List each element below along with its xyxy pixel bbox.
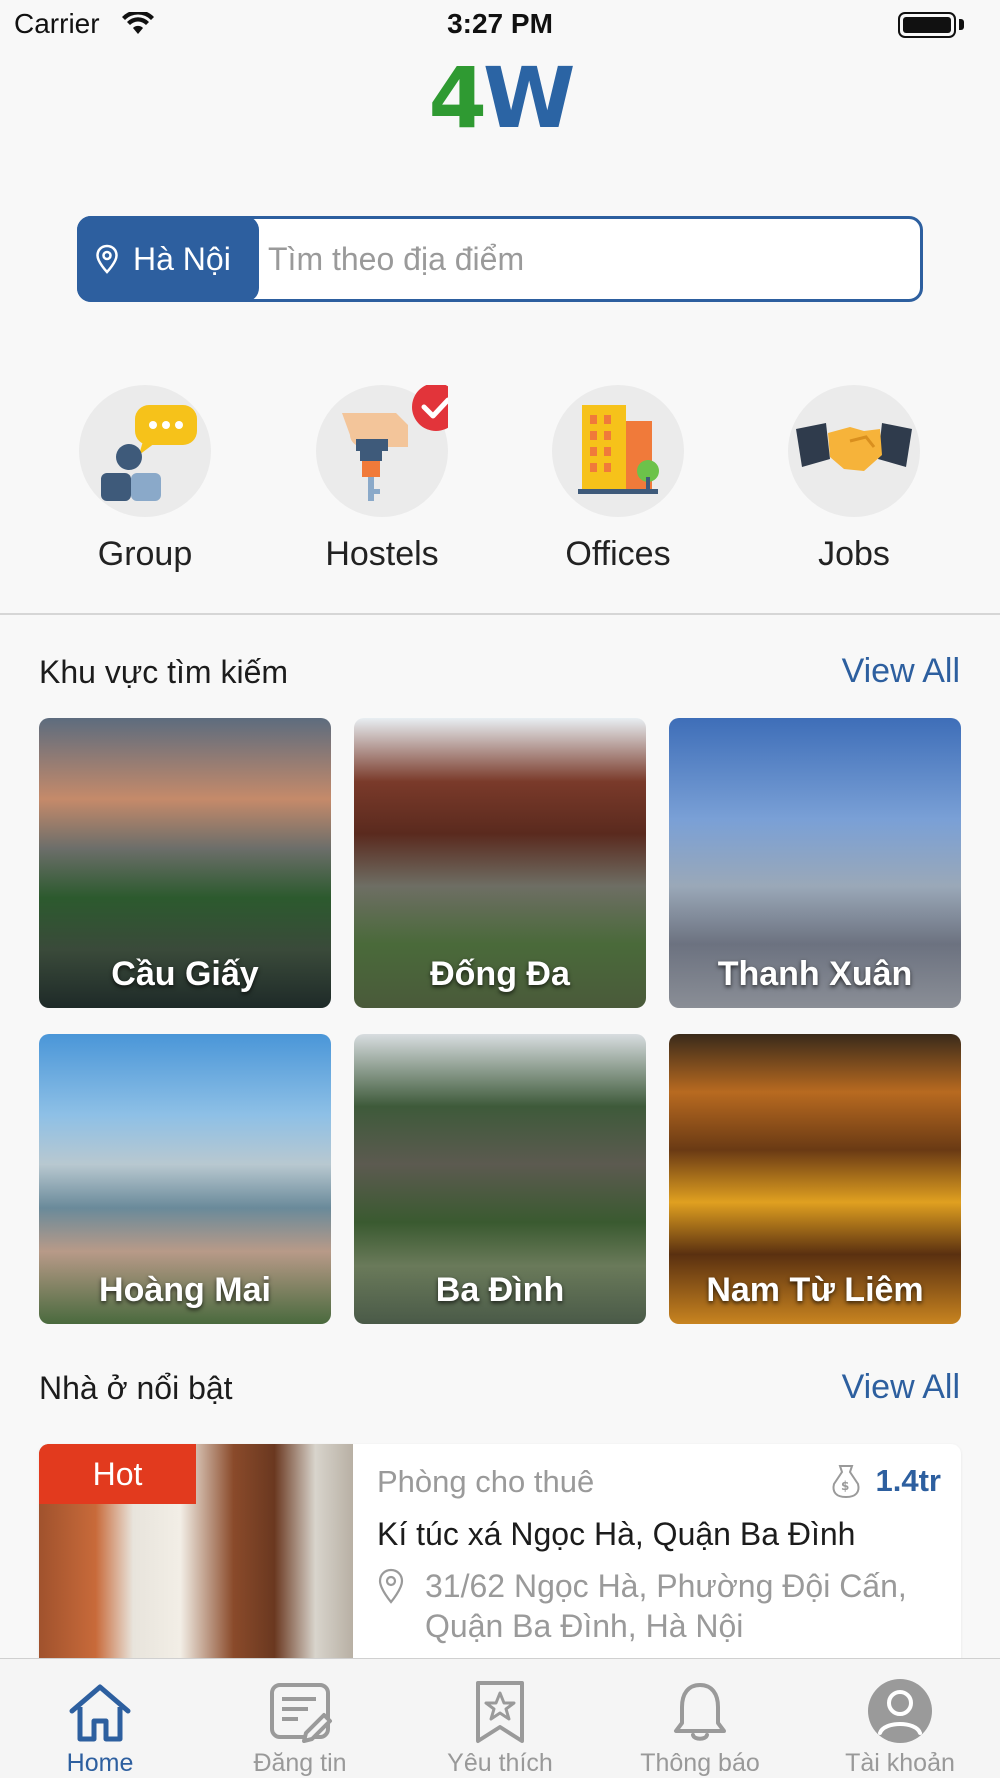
tab-label: Home [66,1749,134,1777]
listing-price: $ 1.4tr [830,1462,941,1500]
location-pin-icon [96,244,118,274]
home-icon [69,1684,131,1742]
category-hostels[interactable]: Hostels [282,385,482,574]
area-tile-cau-giay[interactable]: Cầu Giấy [39,718,331,1008]
tab-favorites[interactable]: Yêu thích [400,1673,600,1778]
category-group[interactable]: Group [45,385,245,574]
battery-cap [959,19,964,30]
tab-home[interactable]: Home [0,1673,200,1778]
listing-address-line1: 31/62 Ngọc Hà, Phường Đội Cấn, [425,1568,907,1604]
hot-badge: Hot [39,1444,196,1504]
tab-post[interactable]: Đăng tin [200,1673,400,1778]
category-jobs[interactable]: Jobs [754,385,954,574]
tab-label: Tài khoản [845,1749,955,1777]
tab-label: Đăng tin [253,1749,347,1777]
featured-view-all-link[interactable]: View All [842,1368,960,1407]
tab-account[interactable]: Tài khoản [800,1673,1000,1778]
city-label: Hà Nội [133,240,231,277]
app-logo: 4W [428,49,575,147]
category-offices[interactable]: Offices [518,385,718,574]
areas-view-all-link[interactable]: View All [842,652,960,691]
category-icon-circle [79,385,211,517]
area-tile-dong-da[interactable]: Đống Đa [354,718,646,1008]
listing-card[interactable]: Hot Phòng cho thuê $ 1.4tr Kí túc xá Ngọ… [39,1444,961,1674]
category-label: Hostels [325,535,439,573]
post-news-icon [270,1683,332,1743]
office-building-icon [578,405,659,494]
listing-type: Phòng cho thuê [377,1464,595,1499]
tab-label: Yêu thích [447,1749,553,1777]
group-chat-icon [101,405,197,501]
areas-section-title: Khu vực tìm kiếm [39,654,289,690]
listing-address-line2: Quận Ba Đình, Hà Nội [425,1608,744,1644]
listing-price-value: 1.4tr [875,1463,941,1498]
listing-address: 31/62 Ngọc Hà, Phường Đội Cấn, Quận Ba Đ… [377,1566,937,1646]
category-icon-circle [316,385,448,517]
area-tile-label: Ba Đình [435,1271,565,1309]
area-tile-label: Nam Từ Liêm [706,1271,924,1309]
tab-label: Thông báo [640,1749,760,1777]
area-tile-label: Hoàng Mai [99,1271,271,1309]
search-input[interactable] [268,219,908,299]
handshake-icon [796,423,912,471]
category-label: Offices [565,535,671,573]
bell-icon [674,1683,726,1741]
area-tile-thanh-xuan[interactable]: Thanh Xuân [669,718,961,1008]
status-bar: Carrier 3:27 PM [0,0,1000,50]
svg-text:$: $ [841,1479,849,1493]
price-tag-icon: $ [832,1465,859,1499]
tab-notifications[interactable]: Thông báo [600,1673,800,1778]
clock: 3:27 PM [447,8,553,39]
city-selector-button[interactable]: Hà Nội [77,216,259,302]
search-bar: Hà Nội [77,216,923,302]
category-label: Jobs [818,535,890,573]
area-tile-hoang-mai[interactable]: Hoàng Mai [39,1034,331,1324]
category-label: Group [97,535,193,573]
area-tile-nam-tu-liem[interactable]: Nam Từ Liêm [669,1034,961,1324]
location-pin-icon [378,1568,404,1604]
listing-photo: Hot [39,1444,353,1674]
category-row: Group Hostels Offices Jobs [0,385,1000,575]
area-tile-ba-dinh[interactable]: Ba Đình [354,1034,646,1324]
category-icon-circle [552,385,684,517]
user-avatar-icon [868,1679,932,1743]
area-tile-label: Cầu Giấy [111,955,259,993]
tab-bar: Home Đăng tin Yêu thích Thông báo Tài kh… [0,1658,1000,1778]
area-tile-label: Đống Đa [430,955,570,993]
battery-icon [898,12,956,38]
area-tile-label: Thanh Xuân [717,955,913,993]
listing-title: Kí túc xá Ngọc Hà, Quận Ba Đình [377,1516,856,1552]
section-divider [0,613,1000,615]
key-check-icon [342,385,448,501]
bookmark-star-icon [476,1681,524,1743]
featured-section-title: Nhà ở nổi bật [39,1370,233,1406]
category-icon-circle [788,385,920,517]
